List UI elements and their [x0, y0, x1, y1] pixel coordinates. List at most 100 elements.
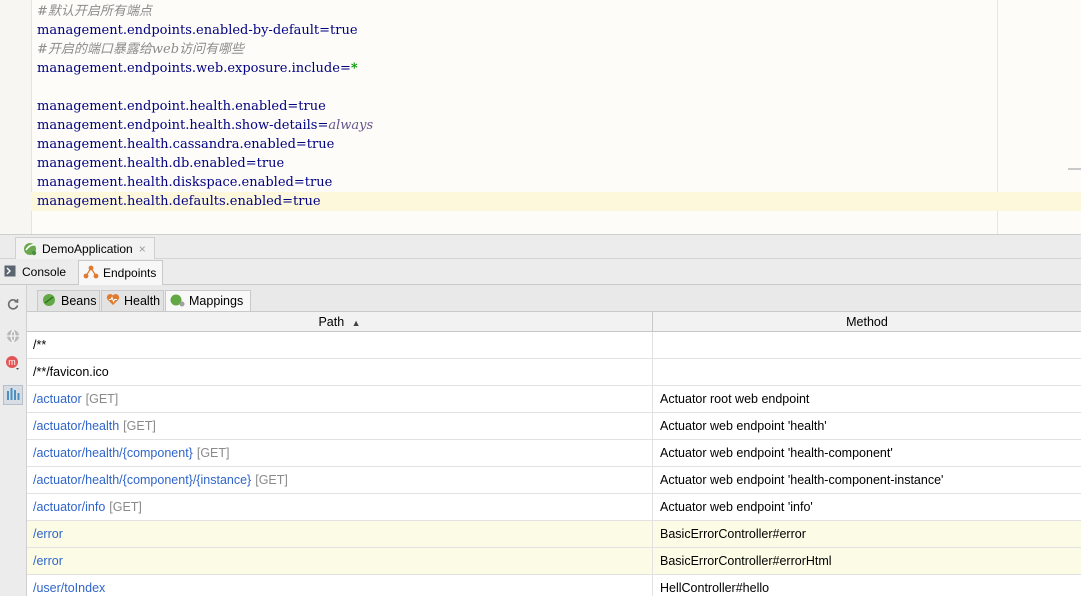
method-cell: BasicErrorController#errorHtml	[660, 554, 832, 568]
column-header-method[interactable]: Method	[653, 312, 1081, 332]
code-property-line[interactable]: management.health.db.enabled=true	[31, 154, 997, 173]
path-cell[interactable]: /error	[27, 521, 653, 548]
http-verb: [GET]	[109, 500, 142, 514]
code-property-line[interactable]: management.endpoint.health.show-details=…	[31, 116, 997, 135]
refresh-icon	[6, 296, 20, 315]
code-property-line[interactable]: management.health.defaults.enabled=true	[31, 192, 1081, 211]
table-row[interactable]: /error BasicErrorController#errorHtml	[27, 548, 1081, 575]
http-verb: [GET]	[85, 392, 119, 406]
spring-boot-icon	[22, 240, 38, 259]
path-text[interactable]: /actuator/health/{component}	[33, 446, 193, 460]
open-in-browser-button[interactable]	[3, 327, 23, 347]
path-text[interactable]: /actuator/health/{component}/{instance}	[33, 473, 251, 487]
editor-gutter	[0, 0, 32, 234]
run-tab-demoapplication[interactable]: DemoApplication ×	[15, 237, 155, 260]
table-row[interactable]: /actuator/info [GET] Actuator web endpoint…	[27, 494, 1081, 521]
table-row[interactable]: /error BasicErrorController#error	[27, 521, 1081, 548]
table-row[interactable]: /**	[27, 332, 1081, 359]
maven-button[interactable]: m	[3, 355, 23, 375]
sort-ascending-icon: ▲	[351, 318, 361, 328]
property-key: management.health.db.enabled=	[37, 156, 257, 171]
tab-mappings[interactable]: Mappings	[165, 290, 251, 311]
path-cell[interactable]: /actuator/health/{component} [GET]	[27, 440, 653, 467]
property-value: true	[256, 156, 285, 171]
code-comment-line[interactable]: #开启的端口暴露给web访问有哪些	[31, 40, 997, 59]
path-text[interactable]: /user/toIndex	[33, 581, 105, 595]
comment-text: #默认开启所有端点	[37, 4, 152, 19]
comment-text: #开启的端口暴露给web访问有哪些	[37, 42, 245, 57]
code-comment-line[interactable]: #默认开启所有端点	[31, 2, 997, 21]
http-verb: [GET]	[255, 473, 288, 487]
mappings-table: Path ▲ Method /** /**/favicon.ico/actuato…	[27, 312, 1081, 596]
svg-text:m: m	[8, 357, 16, 367]
method-cell: HellController#hello	[660, 581, 770, 595]
code-editor[interactable]: #默认开启所有端点 management.endpoints.enabled-by…	[0, 0, 1081, 234]
mappings-icon	[170, 293, 185, 310]
path-text[interactable]: /actuator	[33, 392, 82, 406]
property-value: true	[304, 175, 333, 190]
tab-endpoints-label: Endpoints	[103, 266, 157, 280]
method-cell	[653, 332, 1081, 359]
diagram-icon	[6, 386, 20, 405]
path-text: /**/favicon.ico	[33, 365, 109, 379]
left-toolbar: m	[0, 285, 27, 596]
code-property-line[interactable]: management.endpoint.health.enabled=true	[31, 97, 997, 116]
property-key: management.health.diskspace.enabled=	[37, 175, 305, 190]
tab-health[interactable]: Health	[101, 290, 164, 311]
method-cell: Actuator web endpoint 'info'	[660, 500, 813, 514]
diagram-button[interactable]	[3, 385, 23, 405]
path-cell[interactable]: /actuator/health [GET]	[27, 413, 653, 440]
tab-console[interactable]: Console	[0, 260, 72, 284]
path-cell[interactable]: /error	[27, 548, 653, 575]
scroll-marker	[1068, 168, 1081, 170]
close-icon[interactable]: ×	[139, 242, 146, 256]
path-text[interactable]: /error	[33, 554, 63, 568]
path-cell[interactable]: /actuator/health/{component}/{instance} […	[27, 467, 653, 494]
tab-endpoints[interactable]: Endpoints	[78, 260, 164, 285]
method-cell: Actuator root web endpoint	[660, 392, 810, 406]
property-value: true	[306, 137, 335, 152]
column-header-path[interactable]: Path ▲	[27, 312, 653, 332]
endpoints-sub-tabs: Beans Health Mappings	[27, 285, 1081, 312]
console-icon	[4, 265, 16, 280]
code-property-line[interactable]: management.endpoints.enabled-by-default=…	[31, 21, 997, 40]
run-tab-label: DemoApplication	[42, 242, 133, 256]
code-property-line[interactable]: management.endpoints.web.exposure.includ…	[31, 59, 997, 78]
table-row[interactable]: /**/favicon.ico	[27, 359, 1081, 386]
path-cell[interactable]: /user/toIndex	[27, 575, 653, 596]
path-cell[interactable]: /actuator [GET]	[27, 386, 653, 413]
property-value: true	[298, 99, 326, 114]
path-text[interactable]: /actuator/info	[33, 500, 105, 514]
path-cell[interactable]: /**	[27, 332, 653, 359]
run-tab-bar: DemoApplication ×	[0, 234, 1081, 260]
property-key: management.health.cassandra.enabled=	[37, 137, 307, 152]
property-key: management.endpoint.health.show-details=	[37, 118, 329, 133]
tab-health-label: Health	[124, 294, 161, 308]
table-row[interactable]: /actuator/health [GET] Actuator web endpoi…	[27, 413, 1081, 440]
property-key: management.endpoints.web.exposure.includ…	[37, 61, 351, 76]
property-value: *	[350, 61, 358, 76]
path-text: /**	[33, 338, 47, 352]
table-row[interactable]: /user/toIndex HellController#hello	[27, 575, 1081, 596]
http-verb: [GET]	[123, 419, 156, 433]
table-row[interactable]: /actuator [GET] Actuator root web endpoint	[27, 386, 1081, 413]
property-key: management.endpoint.health.enabled=	[37, 99, 299, 114]
path-cell[interactable]: /actuator/info [GET]	[27, 494, 653, 521]
property-key: management.health.defaults.enabled=	[37, 194, 294, 209]
http-verb: [GET]	[196, 446, 230, 460]
code-blank-line[interactable]	[31, 78, 997, 97]
property-value: always	[328, 118, 374, 133]
tab-beans[interactable]: Beans	[37, 290, 100, 311]
refresh-button[interactable]	[3, 295, 23, 315]
path-text[interactable]: /error	[33, 527, 63, 541]
method-cell: Actuator web endpoint 'health-component-…	[660, 473, 944, 487]
table-row[interactable]: /actuator/health/{component}/{instance} […	[27, 467, 1081, 494]
code-property-line[interactable]: management.health.cassandra.enabled=true	[31, 135, 997, 154]
column-header-method-label: Method	[846, 315, 888, 329]
table-row[interactable]: /actuator/health/{component} [GET] Actuato…	[27, 440, 1081, 467]
path-text[interactable]: /actuator/health	[33, 419, 119, 433]
path-cell[interactable]: /**/favicon.ico	[27, 359, 653, 386]
tool-window-tabs: Console Endpoints	[0, 259, 1081, 285]
code-property-line[interactable]: management.health.diskspace.enabled=true	[31, 173, 997, 192]
endpoints-icon	[83, 265, 99, 282]
